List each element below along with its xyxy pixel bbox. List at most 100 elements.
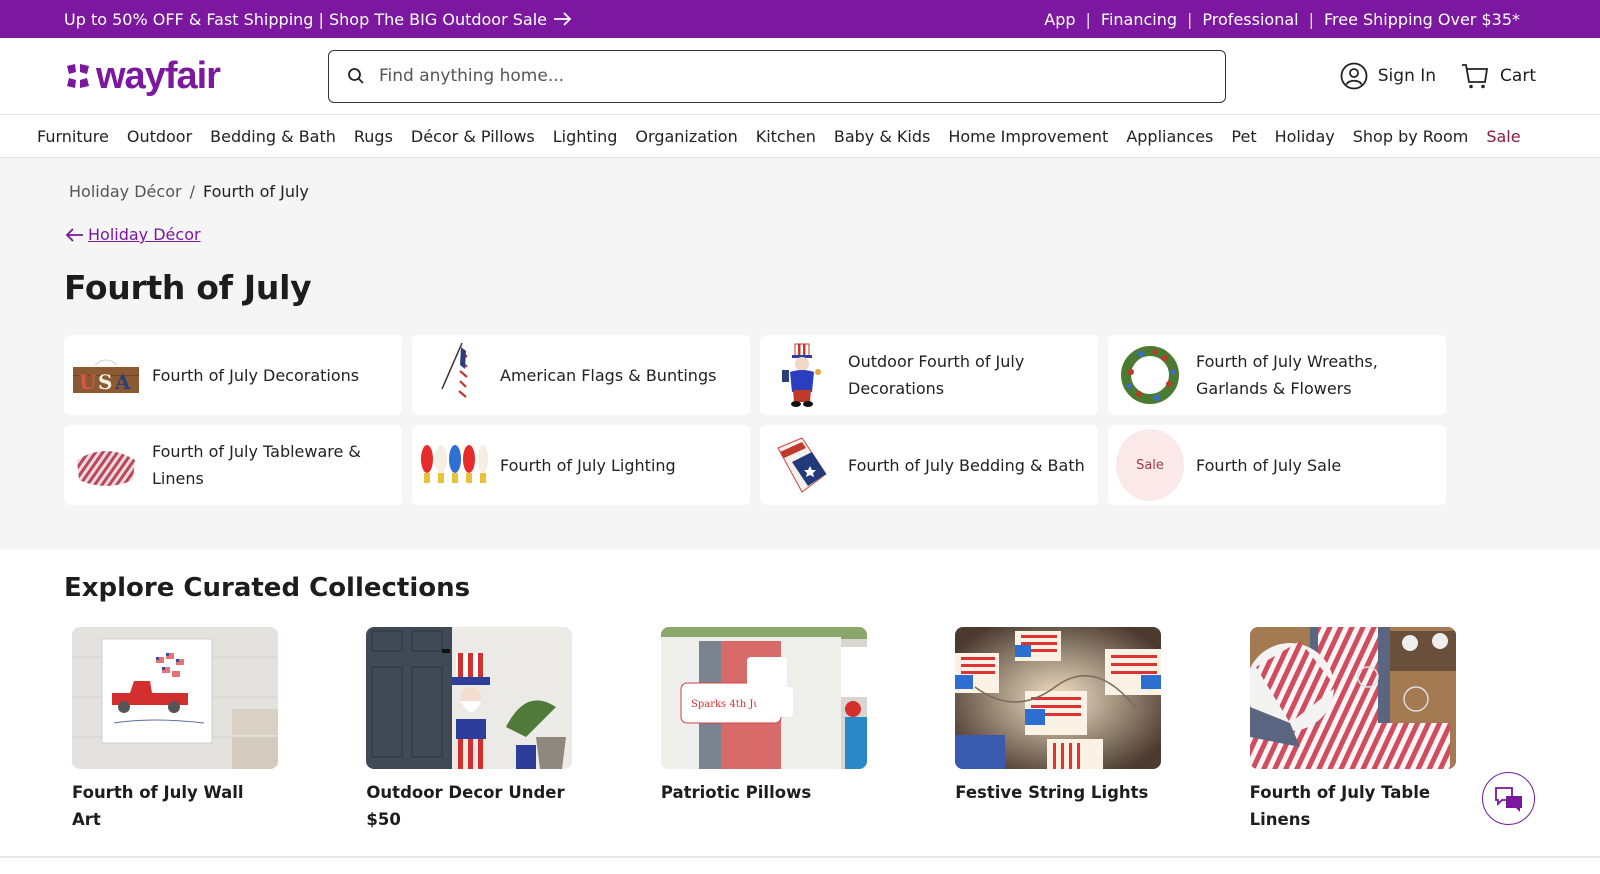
nav-item-rugs[interactable]: Rugs: [354, 127, 393, 146]
sale-badge: Sale: [1116, 429, 1184, 501]
nav-item-furniture[interactable]: Furniture: [37, 127, 109, 146]
account-icon: [1340, 62, 1368, 90]
subcategory-label: Fourth of July Decorations: [152, 365, 360, 385]
nav-item-sale[interactable]: Sale: [1486, 127, 1520, 146]
nav-item-outdoor[interactable]: Outdoor: [127, 127, 192, 146]
subcategory-card[interactable]: American Flags & Buntings: [412, 335, 750, 415]
subcategory-label: Fourth of July Tableware & Linens: [152, 442, 361, 488]
subcategory-label: Fourth of July Lighting: [500, 455, 676, 475]
promo-link-free-shipping[interactable]: Free Shipping Over $35*: [1324, 10, 1520, 29]
cart-icon: [1462, 64, 1489, 89]
nav-item-shop-by-room[interactable]: Shop by Room: [1353, 127, 1469, 146]
breadcrumb: Holiday Décor / Fourth of July: [64, 182, 1536, 201]
striped-tablecloth-image: [72, 431, 140, 499]
logo-mark-icon: [67, 64, 89, 88]
subcategory-label: Fourth of July Wreaths, Garlands & Flowe…: [1196, 352, 1378, 398]
flag-blanket-image: [768, 431, 836, 499]
collection-label: Fourth of July Wall Art: [72, 783, 244, 829]
uncle-sam-porch-image: [366, 627, 573, 769]
nav-item-lighting[interactable]: Lighting: [553, 127, 618, 146]
nav-item-pet[interactable]: Pet: [1231, 127, 1256, 146]
collection-label: Patriotic Pillows: [660, 783, 812, 802]
wreath-image: [1116, 341, 1184, 409]
striped-napkins-image: [1249, 627, 1456, 769]
nav-item-decor-pillows[interactable]: Décor & Pillows: [411, 127, 535, 146]
promo-link-professional[interactable]: Professional: [1202, 10, 1298, 29]
logo-text: wayfair: [96, 55, 221, 97]
nav-item-baby-kids[interactable]: Baby & Kids: [834, 127, 930, 146]
subcategory-label: Outdoor Fourth of July Decorations: [848, 352, 1025, 398]
chat-button[interactable]: [1482, 772, 1535, 825]
usa-sign-image: U S A: [72, 341, 140, 409]
category-nav: Furniture Outdoor Bedding & Bath Rugs Dé…: [0, 115, 1600, 158]
subcategory-label: American Flags & Buntings: [500, 365, 717, 385]
nav-item-home-improvement[interactable]: Home Improvement: [948, 127, 1108, 146]
section-title: Explore Curated Collections: [64, 573, 471, 603]
nav-item-organization[interactable]: Organization: [635, 127, 737, 146]
breadcrumb-current: Fourth of July: [202, 182, 309, 201]
promo-link-financing[interactable]: Financing: [1101, 10, 1177, 29]
arrow-right-icon: [554, 12, 572, 26]
promo-link[interactable]: Up to 50% OFF & Fast Shipping | Shop The…: [64, 10, 573, 29]
collection-label: Fourth of July Table Linens: [1249, 783, 1431, 829]
uncle-sam-inflatable-image: [768, 341, 836, 409]
subcategory-label: Fourth of July Bedding & Bath: [848, 455, 1085, 475]
collection-label: Festive String Lights: [955, 783, 1149, 802]
promo-links: App | Financing | Professional | Free Sh…: [1044, 10, 1520, 29]
subcategory-card[interactable]: Fourth of July Lighting: [412, 425, 750, 505]
pillows-on-chair-image: Sparks 4th July: [660, 627, 867, 769]
breadcrumb-parent[interactable]: Holiday Décor: [69, 182, 182, 201]
subcategory-card[interactable]: U S A Fourth of July Decorations: [64, 335, 402, 415]
subcategory-label: Fourth of July Sale: [1196, 455, 1342, 475]
back-link[interactable]: Holiday Décor: [64, 225, 1536, 244]
back-link-label[interactable]: Holiday Décor: [88, 225, 201, 244]
nav-item-bedding-bath[interactable]: Bedding & Bath: [210, 127, 336, 146]
sign-in-button[interactable]: Sign In: [1340, 62, 1436, 90]
svg-text:S: S: [98, 370, 112, 394]
cart-label: Cart: [1500, 66, 1536, 86]
collection-card[interactable]: Outdoor Decor Under $50: [358, 627, 652, 833]
header-actions: Sign In Cart: [1340, 62, 1536, 90]
collection-card[interactable]: Fourth of July Wall Art: [64, 627, 358, 833]
collection-card[interactable]: Festive String Lights: [947, 627, 1241, 833]
collection-card[interactable]: Sparks 4th July Patriotic Pillows: [653, 627, 947, 833]
chat-bubbles-icon: [1494, 786, 1522, 812]
subcategory-card[interactable]: Fourth of July Wreaths, Garlands & Flowe…: [1108, 335, 1446, 415]
svg-text:U: U: [79, 370, 96, 394]
search-bar[interactable]: [328, 49, 1226, 103]
promo-text: Up to 50% OFF & Fast Shipping | Shop The…: [64, 9, 547, 29]
american-flag-image: [420, 341, 488, 409]
flag-string-lights-image: [955, 627, 1162, 769]
red-truck-canvas-image: [72, 627, 278, 769]
promo-bar: Up to 50% OFF & Fast Shipping | Shop The…: [0, 0, 1600, 38]
promo-link-app[interactable]: App: [1044, 10, 1075, 29]
nav-item-appliances[interactable]: Appliances: [1126, 127, 1213, 146]
site-header: wayfair Sign In Cart: [0, 38, 1600, 115]
divider: |: [1308, 9, 1314, 29]
page-title: Fourth of July: [64, 268, 312, 307]
sale-badge-image: Sale: [1116, 429, 1184, 501]
curated-collections: Explore Curated Collections Fourth of Ju…: [0, 549, 1600, 833]
search-icon: [348, 68, 364, 84]
subcategory-card[interactable]: Outdoor Fourth of July Decorations: [760, 335, 1098, 415]
collection-row: Fourth of July Wall Art Outdoor Decor Un…: [64, 627, 1536, 833]
subcategory-card[interactable]: Fourth of July Bedding & Bath: [760, 425, 1098, 505]
sign-in-label: Sign In: [1377, 66, 1437, 86]
svg-text:A: A: [114, 370, 131, 394]
search-input[interactable]: [379, 66, 1207, 86]
wayfair-logo[interactable]: wayfair: [64, 57, 328, 95]
bulbs-image: [420, 431, 488, 499]
collection-label: Outdoor Decor Under $50: [366, 783, 565, 829]
nav-item-holiday[interactable]: Holiday: [1275, 127, 1335, 146]
arrow-left-icon: [65, 227, 83, 242]
subcategory-card[interactable]: Sale Fourth of July Sale: [1108, 425, 1446, 505]
subcategory-grid: U S A Fourth of July Decorations America…: [64, 335, 1536, 505]
nav-item-kitchen[interactable]: Kitchen: [756, 127, 816, 146]
divider: [0, 856, 1600, 858]
divider: |: [1085, 9, 1091, 29]
cart-button[interactable]: Cart: [1460, 62, 1536, 90]
breadcrumb-separator: /: [189, 182, 195, 201]
subcategory-card[interactable]: Fourth of July Tableware & Linens: [64, 425, 402, 505]
divider: |: [1187, 9, 1193, 29]
category-hero: Holiday Décor / Fourth of July Holiday D…: [0, 158, 1600, 549]
